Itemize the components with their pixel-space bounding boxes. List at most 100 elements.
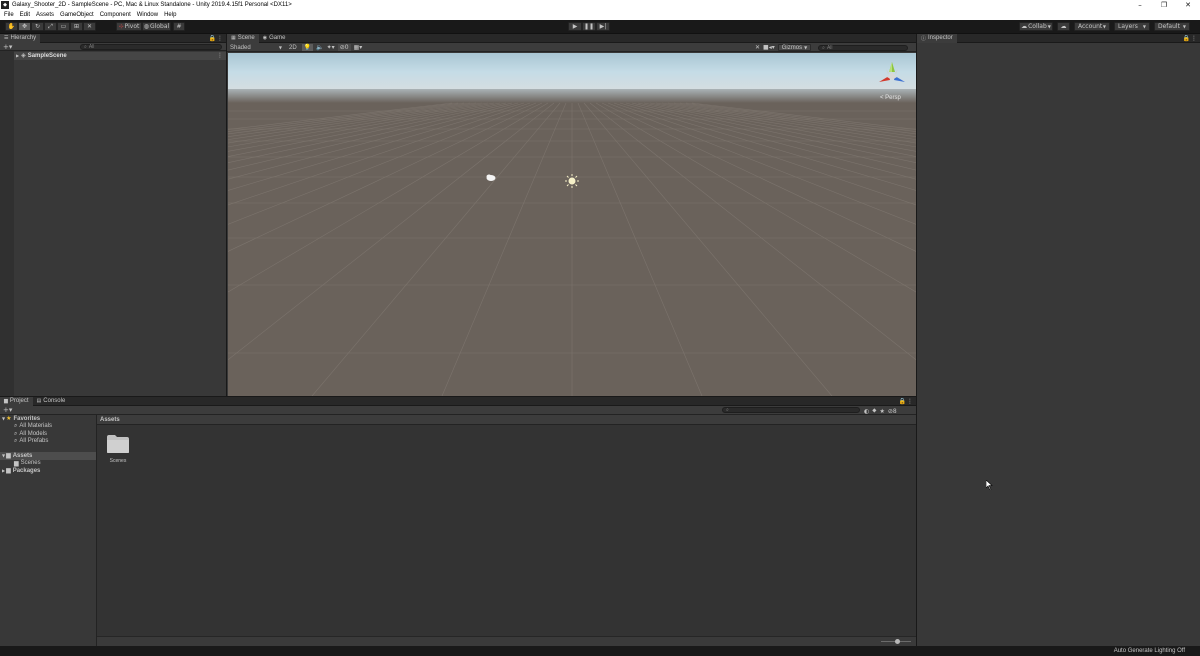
collab-dropdown[interactable]: ☁ Collab ▼ [1019, 22, 1053, 31]
assets-folder-row[interactable]: ▼ ▆ Assets [0, 452, 96, 460]
scene-visibility-icon[interactable]: ⊘0 [337, 44, 351, 51]
unity-scene-icon: ◈ [21, 52, 26, 60]
custom-tool-icon[interactable]: ✕ [83, 22, 96, 31]
rect-tool-icon[interactable]: ▭ [57, 22, 70, 31]
menu-file[interactable]: File [4, 12, 14, 18]
add-icon[interactable]: +▾ [3, 406, 12, 414]
packages-folder-row[interactable]: ▶ ▆ Packages [0, 467, 96, 475]
menu-bar: File Edit Assets GameObject Component Wi… [0, 10, 1200, 20]
kebab-menu-icon[interactable]: ⋮ [907, 398, 913, 405]
expand-arrow-icon[interactable]: ▼ [2, 453, 5, 458]
cloud-services-icon[interactable]: ☁ [1057, 22, 1070, 31]
kebab-menu-icon[interactable]: ⋮ [1191, 35, 1197, 42]
layers-label: Layers [1118, 23, 1138, 30]
pivot-toggle[interactable]: ⊹ Pivot [116, 22, 142, 31]
lock-icon[interactable]: 🔒 [899, 398, 906, 405]
favorite-item[interactable]: ⌕ All Prefabs [0, 437, 96, 446]
scene-search-input[interactable]: ⌕ All [818, 44, 909, 51]
global-label: Global [150, 23, 170, 30]
grid-toggle-icon[interactable]: ▦▾ [354, 44, 363, 51]
list-icon: ☰ [4, 35, 9, 41]
move-tool-icon[interactable]: ✥ [18, 22, 31, 31]
search-icon: ⌕ [822, 44, 825, 51]
tab-inspector[interactable]: ⓘ Inspector [917, 33, 957, 43]
transform-tool-icon[interactable]: ⊞ [70, 22, 83, 31]
menu-window[interactable]: Window [137, 12, 158, 18]
chevron-down-icon: ▼ [804, 45, 808, 50]
folder-item-scenes[interactable]: Scenes [105, 434, 131, 464]
search-icon: ⌕ [84, 44, 87, 50]
step-button[interactable]: ▶| [596, 22, 610, 31]
chevron-down-icon: ▼ [1102, 24, 1106, 29]
shading-mode-dropdown[interactable]: Shaded ▼ [228, 44, 284, 51]
projection-label[interactable]: < Persp [880, 95, 901, 101]
tools-icon[interactable]: ✕ [755, 44, 760, 51]
lighting-toggle-icon[interactable]: 💡 [301, 44, 314, 51]
kebab-menu-icon[interactable]: ⋮ [217, 35, 223, 42]
layout-label: Default [1158, 23, 1180, 30]
icon-size-slider-handle[interactable] [895, 639, 900, 644]
inspector-panel: ⓘ Inspector 🔒 ⋮ [917, 33, 1200, 646]
kebab-menu-icon[interactable]: ⋮ [217, 52, 223, 59]
restore-button[interactable]: ❐ [1152, 0, 1176, 10]
minimize-button[interactable]: – [1128, 0, 1152, 10]
camera-icon[interactable]: ■◂▾ [763, 44, 775, 51]
pivot-icon: ⊹ [118, 23, 124, 30]
scene-viewport[interactable]: < Persp [228, 53, 916, 396]
rotate-tool-icon[interactable]: ↻ [31, 22, 44, 31]
menu-component[interactable]: Component [100, 12, 131, 18]
chevron-down-icon: ▼ [1047, 24, 1051, 29]
tab-console[interactable]: ▤ Console [33, 397, 70, 406]
audio-toggle-icon[interactable]: 🔈 [316, 44, 323, 51]
add-icon[interactable]: +▾ [3, 43, 12, 51]
search-by-label-icon[interactable]: ⬥ [872, 407, 876, 415]
menu-gameobject[interactable]: GameObject [60, 12, 94, 18]
project-footer [97, 636, 916, 646]
favorite-star-icon[interactable]: ★ [879, 408, 884, 415]
project-search-input[interactable]: ⌕ [722, 407, 860, 413]
hand-tool-icon[interactable]: ✋ [5, 22, 18, 31]
hierarchy-search-input[interactable]: ⌕ All [80, 44, 222, 50]
menu-assets[interactable]: Assets [36, 12, 54, 18]
folder-icon: ▆ [6, 452, 11, 460]
hierarchy-tab-label: Hierarchy [10, 35, 37, 41]
close-button[interactable]: ✕ [1176, 0, 1200, 10]
breadcrumb-assets[interactable]: Assets [100, 417, 120, 423]
expand-arrow-icon[interactable]: ▶ [2, 468, 5, 473]
mode-2d-toggle[interactable]: 2D [287, 45, 299, 51]
folder-item-label: Scenes [109, 458, 127, 464]
pause-button[interactable]: ❚❚ [582, 22, 596, 31]
tab-game[interactable]: ◉ Game [259, 34, 290, 43]
expand-arrow-icon[interactable]: ▶ [16, 53, 19, 58]
globe-icon: ◍ [143, 23, 150, 30]
scale-tool-icon[interactable]: ⤢ [44, 22, 57, 31]
tab-project[interactable]: ▆ Project [0, 396, 33, 406]
tab-scene[interactable]: ▦ Scene [227, 33, 259, 43]
grid-snap-icon[interactable]: # [173, 22, 185, 31]
tab-hierarchy[interactable]: ☰ Hierarchy [0, 33, 41, 43]
scenes-folder-row[interactable]: ▆ Scenes [0, 460, 96, 468]
expand-arrow-icon[interactable]: ▼ [2, 416, 5, 421]
account-dropdown[interactable]: Account ▼ [1074, 22, 1110, 31]
scene-name: SampleScene [27, 52, 67, 59]
search-by-type-icon[interactable]: ◐ [864, 408, 869, 415]
window-title: Galaxy_Shooter_2D - SampleScene - PC, Ma… [12, 2, 292, 8]
lock-icon[interactable]: 🔒 [1183, 35, 1190, 42]
sky [228, 53, 916, 91]
lock-icon[interactable]: 🔒 [209, 35, 216, 42]
info-icon: ⓘ [921, 35, 927, 42]
play-button[interactable]: ▶ [568, 22, 582, 31]
window-title-bar: ◆ Galaxy_Shooter_2D - SampleScene - PC, … [0, 0, 1200, 10]
menu-edit[interactable]: Edit [20, 12, 30, 18]
menu-help[interactable]: Help [164, 12, 176, 18]
effects-toggle-icon[interactable]: ✦▾ [327, 44, 335, 51]
layout-dropdown[interactable]: Default ▼ [1154, 22, 1190, 31]
layers-dropdown[interactable]: Layers ▼ [1114, 22, 1150, 31]
hidden-packages-icon[interactable]: ⊘8 [888, 408, 897, 415]
hidden-count: 0 [344, 44, 349, 51]
gizmos-dropdown[interactable]: Gizmos ▼ [777, 44, 812, 51]
search-icon: ⌕ [726, 407, 729, 413]
hierarchy-scene-row[interactable]: ▶ ◈ SampleScene ⋮ [14, 52, 226, 60]
global-toggle[interactable]: ◍ Global [142, 22, 171, 31]
hierarchy-gutter [0, 51, 14, 396]
